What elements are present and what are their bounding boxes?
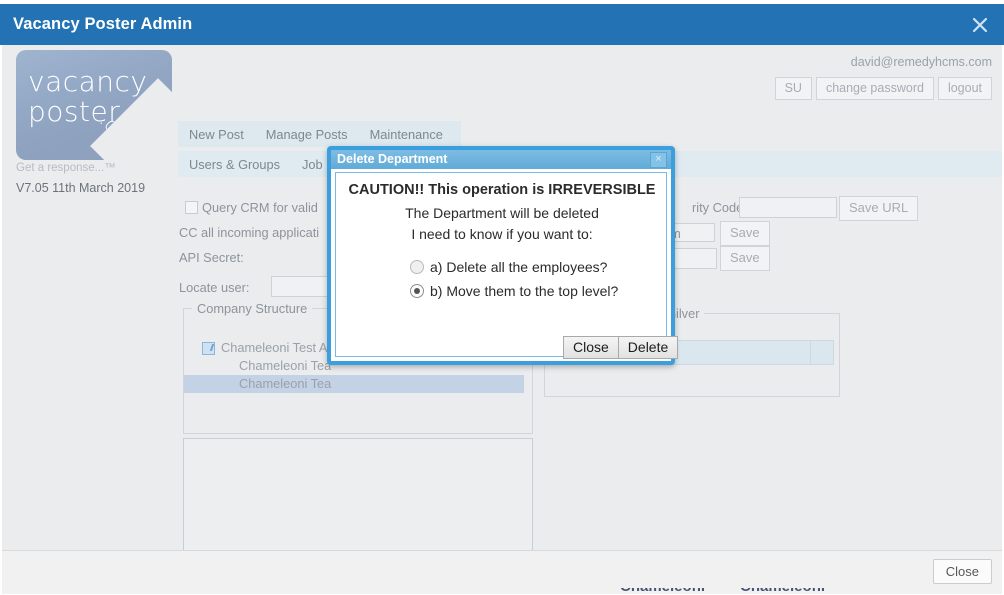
save-button-2[interactable]: Save: [720, 246, 770, 271]
dialog-close-button[interactable]: Close: [563, 336, 619, 359]
api-secret-label: API Secret:: [179, 250, 244, 265]
dialog-message-line-3: I need to know if you want to:: [411, 226, 593, 242]
dialog-title: Delete Department: [337, 152, 448, 166]
security-code-input[interactable]: [739, 197, 837, 218]
tree-node-label: Chameleoni Tea: [239, 376, 332, 391]
radio-option-b-label: b) Move them to the top level?: [430, 283, 619, 299]
cc-applications-label: CC all incoming applicati: [179, 225, 320, 240]
primary-menu: New Post Manage Posts Maintenance: [178, 121, 461, 147]
dialog-message-line-2: The Department will be deleted: [405, 205, 599, 221]
menu-item-new-post[interactable]: New Post: [178, 127, 255, 142]
query-crm-checkbox[interactable]: [185, 201, 198, 214]
background-text-1: Chameleoni: [620, 588, 705, 595]
window-title: Vacancy Poster Admin: [13, 15, 193, 33]
account-buttons: SU change password logout: [771, 77, 992, 100]
application-window: Vacancy Poster Admin vacancy poster .com…: [0, 0, 1004, 595]
tree-node-label: Chameleoni Test A: [221, 340, 328, 355]
tree-node-label: Chameleoni Tea: [239, 358, 332, 373]
company-structure-legend: Company Structure: [192, 301, 313, 316]
brand-logo: vacancy poster .com Get a response...™ V…: [8, 50, 174, 195]
column-header-actions: [812, 341, 832, 364]
save-url-button[interactable]: Save URL: [839, 196, 919, 221]
change-password-button[interactable]: change password: [815, 77, 934, 100]
details-panel: [183, 438, 533, 550]
background-text-2: Chameleoni: [740, 588, 825, 595]
logout-button[interactable]: logout: [937, 77, 992, 100]
footer-close-button[interactable]: Close: [932, 559, 992, 584]
menu-item-users-and-groups[interactable]: Users & Groups: [178, 157, 291, 172]
logo-tile: vacancy poster .com: [16, 50, 172, 160]
menu-item-manage-posts[interactable]: Manage Posts: [255, 127, 359, 142]
locate-user-label: Locate user:: [179, 280, 250, 295]
tree-node-2[interactable]: Chameleoni Tea: [184, 375, 524, 393]
dialog-titlebar: Delete Department ×: [331, 150, 671, 169]
logo-line-3: .com: [95, 108, 147, 160]
menu-item-maintenance[interactable]: Maintenance: [359, 127, 454, 142]
checkbox-checked-icon[interactable]: [202, 342, 215, 355]
radio-option-b[interactable]: b) Move them to the top level?: [410, 283, 618, 299]
su-button[interactable]: SU: [774, 77, 812, 100]
radio-option-a[interactable]: a) Delete all the employees?: [410, 259, 607, 275]
app-version: V7.05 11th March 2019: [16, 181, 146, 195]
dialog-body: CAUTION!! This operation is IRREVERSIBLE…: [335, 172, 679, 359]
radio-option-a-label: a) Delete all the employees?: [430, 259, 608, 275]
dialog-buttons: Close Delete: [563, 336, 679, 359]
delete-department-dialog: Delete Department × CAUTION!! This opera…: [327, 146, 679, 365]
close-icon[interactable]: [970, 15, 990, 35]
window-titlebar: Vacancy Poster Admin: [0, 4, 1004, 45]
radio-selected-icon[interactable]: [410, 284, 424, 298]
query-crm-label: Query CRM for valid: [202, 200, 318, 215]
brand-tagline: Get a response...™: [16, 162, 116, 174]
dialog-caution-line: CAUTION!! This operation is IRREVERSIBLE: [348, 182, 656, 198]
save-button-1[interactable]: Save: [720, 221, 770, 246]
background-page-text: Chameleoni Chameleoni: [0, 588, 1004, 595]
account-email: david@remedyhcms.com: [850, 55, 992, 69]
radio-unselected-icon[interactable]: [410, 260, 424, 274]
dialog-delete-button[interactable]: Delete: [617, 336, 679, 359]
close-icon[interactable]: ×: [650, 152, 667, 168]
logo-line-1: vacancy: [28, 65, 148, 98]
